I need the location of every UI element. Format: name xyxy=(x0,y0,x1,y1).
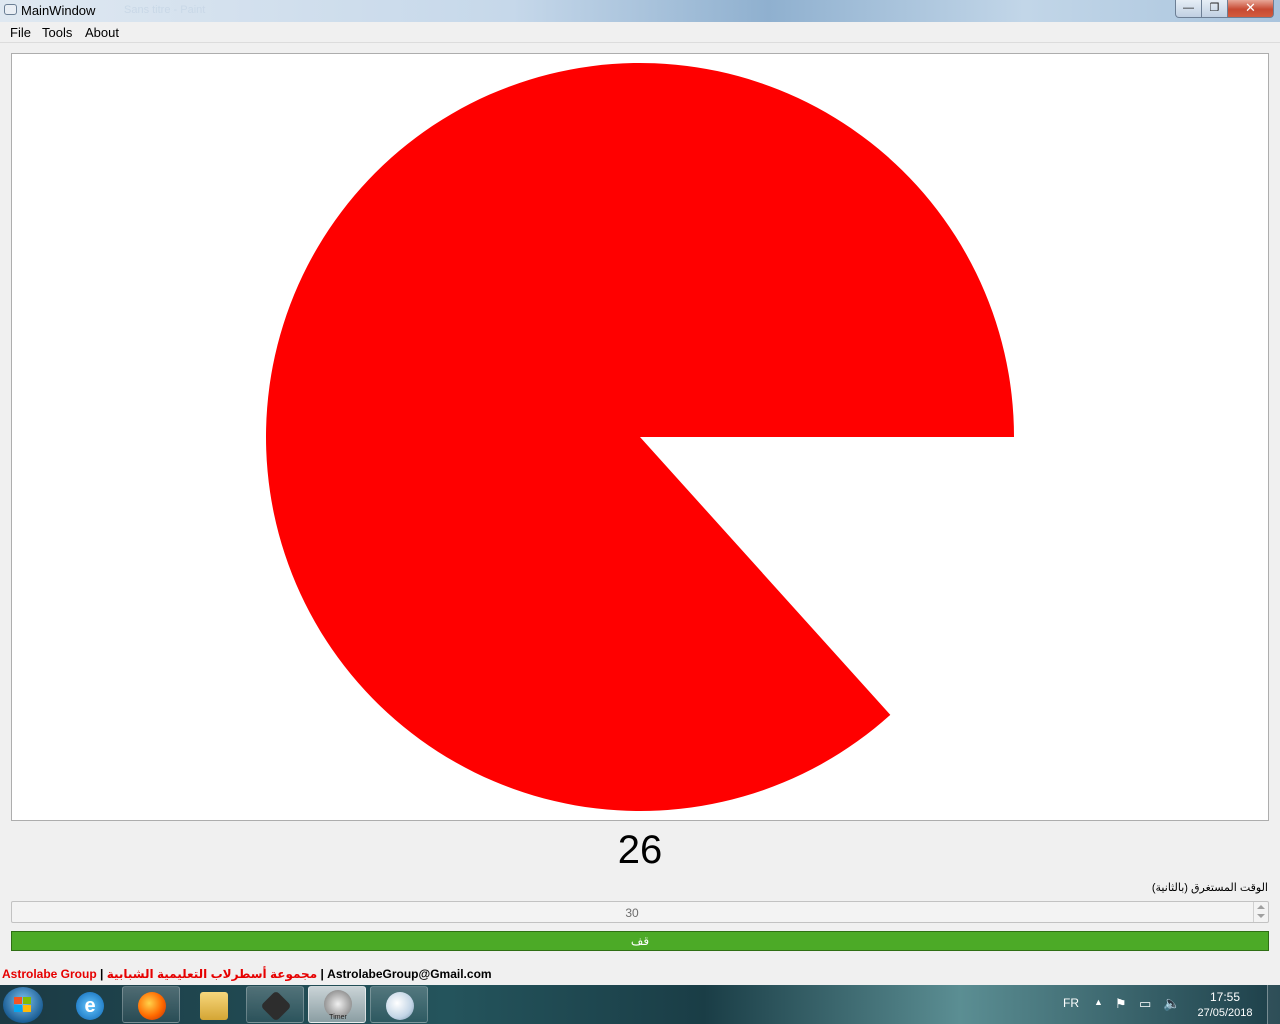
stop-button[interactable]: قف xyxy=(11,931,1269,951)
spin-down-icon[interactable] xyxy=(1257,914,1265,918)
window-title: MainWindow xyxy=(21,3,96,18)
menu-about[interactable]: About xyxy=(85,25,119,40)
folder-icon xyxy=(200,992,228,1020)
menu-tools[interactable]: Tools xyxy=(42,25,72,40)
git-icon xyxy=(260,990,292,1022)
timer-caption: Timer xyxy=(329,1014,347,1021)
clock-date[interactable]: 27/05/2018 xyxy=(1192,1007,1258,1019)
title-bar: MainWindow Sans titre - Paint — ❐ ✕ xyxy=(0,0,1280,23)
taskbar-timer[interactable]: Timer xyxy=(308,986,366,1023)
spin-arrows xyxy=(1253,902,1268,922)
remaining-time-pie xyxy=(266,63,1014,811)
footer-separator: | xyxy=(96,967,107,981)
clock-time[interactable]: 17:55 xyxy=(1195,990,1255,1004)
duration-value[interactable]: 30 xyxy=(12,906,1252,920)
menu-file[interactable]: File xyxy=(10,25,31,40)
brand-name-en: Astrolabe Group xyxy=(2,967,97,981)
windows-logo-icon xyxy=(14,997,32,1013)
duration-spinbox[interactable]: 30 xyxy=(11,901,1269,923)
close-button[interactable]: ✕ xyxy=(1227,0,1274,18)
minimize-button[interactable]: — xyxy=(1175,0,1202,18)
menu-bar: File Tools About xyxy=(0,22,1280,43)
show-hidden-icons-icon[interactable]: ▲ xyxy=(1094,997,1103,1007)
start-button[interactable] xyxy=(3,987,43,1023)
volume-icon[interactable]: 🔈 xyxy=(1163,995,1180,1012)
seconds-counter: 26 xyxy=(617,828,663,872)
app-icon xyxy=(4,4,17,15)
brand-name-ar: مجموعة أسطرلاب التعليمية الشبابية xyxy=(106,967,318,981)
taskbar-explorer[interactable] xyxy=(184,986,242,1023)
taskbar-paint[interactable] xyxy=(370,986,428,1023)
timer-pie-svg xyxy=(266,63,1014,811)
paint-icon xyxy=(386,992,414,1020)
ie-icon: e xyxy=(76,992,104,1020)
language-indicator[interactable]: FR xyxy=(1063,996,1079,1010)
maximize-button[interactable]: ❐ xyxy=(1201,0,1228,18)
background-window-title: Sans titre - Paint xyxy=(124,4,206,16)
spin-up-icon[interactable] xyxy=(1257,905,1265,909)
footer-credits: Astrolabe Group | مجموعة أسطرلاب التعليم… xyxy=(2,967,492,981)
elapsed-time-label: الوقت المستغرق (بالثانية) xyxy=(1151,882,1268,894)
taskbar: e Timer xyxy=(0,985,1280,1024)
show-desktop-button[interactable] xyxy=(1267,985,1280,1024)
contact-email: AstrolabeGroup@Gmail.com xyxy=(327,967,492,981)
taskbar-ie[interactable]: e xyxy=(60,986,118,1023)
firefox-icon xyxy=(138,992,166,1020)
action-center-icon[interactable]: ⚑ xyxy=(1115,996,1127,1012)
timer-canvas xyxy=(11,53,1269,821)
taskbar-git[interactable] xyxy=(246,986,304,1023)
taskbar-firefox[interactable] xyxy=(122,986,180,1023)
network-icon[interactable]: ▭ xyxy=(1139,996,1151,1012)
footer-separator-2: | xyxy=(317,967,328,981)
